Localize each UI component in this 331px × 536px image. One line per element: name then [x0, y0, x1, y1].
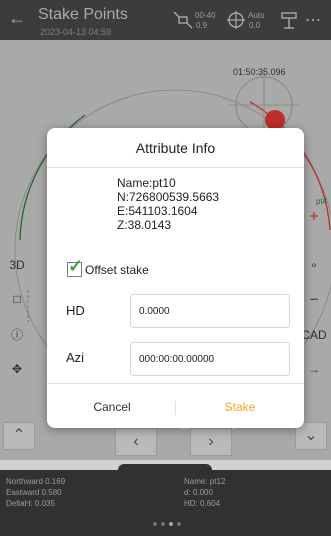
azi-input[interactable]	[130, 342, 290, 376]
attribute-info-dialog: Attribute Info Name:pt10 N:726800539.566…	[47, 128, 304, 428]
hd-input[interactable]	[130, 294, 290, 328]
cancel-button[interactable]: Cancel	[57, 394, 167, 420]
stake-button[interactable]: Stake	[185, 394, 295, 420]
attr-name: Name:pt10	[117, 176, 176, 190]
dialog-button-divider	[47, 383, 304, 384]
offset-stake-label: Offset stake	[85, 263, 149, 277]
dialog-divider	[47, 167, 304, 168]
hd-label: HD	[66, 303, 85, 318]
button-separator	[175, 401, 176, 415]
attr-northing: N:726800539.5663	[117, 190, 220, 204]
attr-elevation: Z:38.0143	[117, 218, 172, 232]
azi-label: Azi	[66, 350, 85, 365]
attr-easting: E:541103.1604	[117, 204, 198, 218]
dialog-title: Attribute Info	[135, 140, 216, 156]
check-mark-icon: ✓	[68, 256, 84, 276]
